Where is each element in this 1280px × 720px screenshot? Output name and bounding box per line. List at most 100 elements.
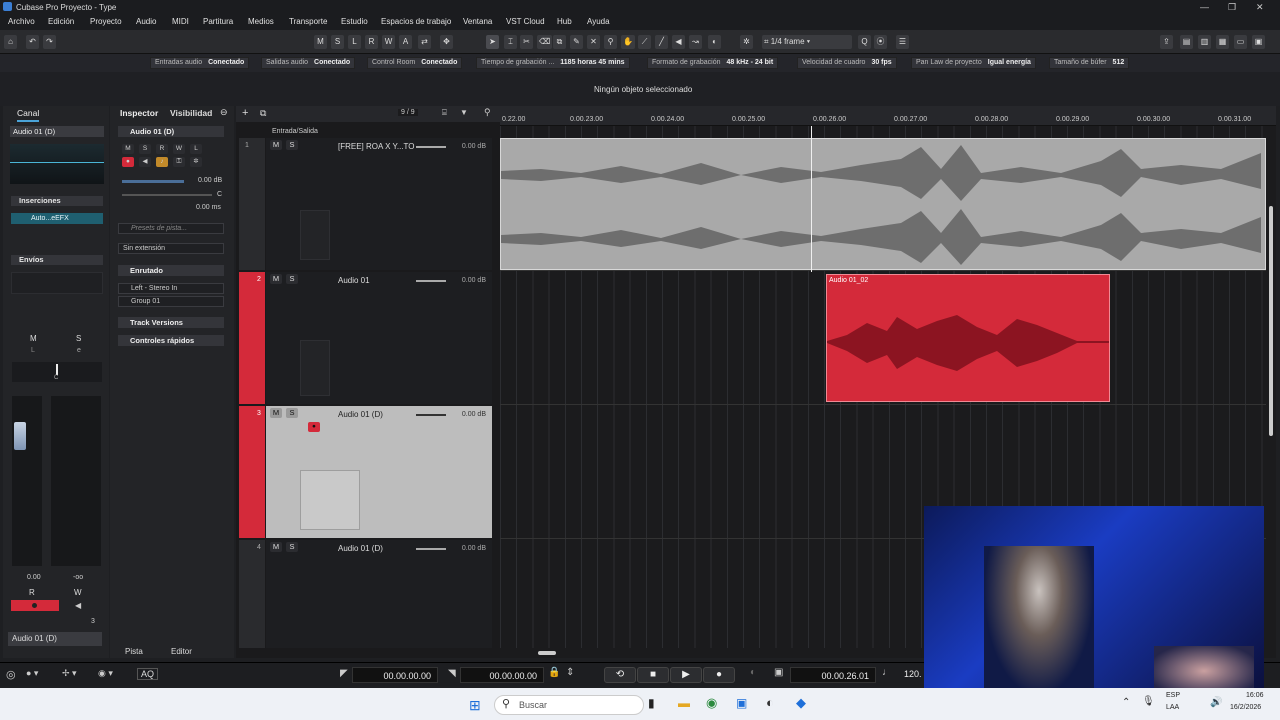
volume-value[interactable]: 0.00 (27, 574, 41, 581)
sends-area[interactable] (11, 272, 103, 294)
file-explorer-icon[interactable]: ▬ (678, 696, 690, 710)
track-3-name[interactable]: Audio 01 (D) (338, 410, 383, 419)
channel-mute-button[interactable]: M (30, 334, 37, 343)
insert-slot-1[interactable]: Auto...eEFX (11, 213, 103, 224)
track-1-name[interactable]: [FREE] ROA X Y...TO (338, 142, 414, 151)
mute-tool-icon[interactable]: ✕ (587, 35, 600, 49)
clock-time[interactable]: 16:06 (1246, 692, 1264, 699)
snap-icon[interactable]: ✥ (440, 35, 453, 49)
inspector-write-button[interactable]: W (173, 144, 185, 154)
menu-ayuda[interactable]: Ayuda (587, 17, 610, 26)
track-4-name[interactable]: Audio 01 (D) (338, 544, 383, 553)
app-icon-blue[interactable]: ▣ (736, 696, 747, 710)
redo-icon[interactable]: ↷ (43, 35, 56, 49)
menu-audio[interactable]: Audio (136, 17, 156, 26)
volume-icon[interactable]: 🔊 (1210, 697, 1222, 708)
obs-icon[interactable]: ◐ (766, 695, 774, 710)
position-display[interactable]: 00.00.26.01 (790, 667, 876, 683)
pan-control[interactable]: C (12, 362, 102, 382)
extension-select[interactable]: Sin extensión (118, 243, 224, 254)
left-locator-display[interactable]: 00.00.00.00 (352, 667, 438, 683)
inspector-pan-value[interactable]: C (217, 191, 222, 198)
track-preset-field[interactable]: Presets de pista... (118, 223, 224, 234)
track-1-volume-slider[interactable] (416, 146, 446, 148)
toolbar-read-button[interactable]: R (365, 35, 378, 49)
sends-header[interactable]: Envíos (11, 255, 103, 265)
menu-hub[interactable]: Hub (557, 17, 572, 26)
tab-inspector[interactable]: Inspector (120, 108, 158, 118)
menu-midi[interactable]: MIDI (172, 17, 189, 26)
snap-settings-icon[interactable]: ✲ (740, 35, 753, 49)
menu-transporte[interactable]: Transporte (289, 17, 327, 26)
grid-select[interactable]: ⌗ 1/4 frame ▾ (762, 35, 852, 49)
layout-3-icon[interactable]: ▦ (1216, 35, 1229, 49)
record-mode-icon[interactable]: ● ▾ (26, 668, 38, 679)
menu-espacios[interactable]: Espacios de trabajo (381, 17, 451, 26)
pointer-tool-icon[interactable]: ➤ (486, 35, 499, 49)
channel-solo-button[interactable]: S (76, 334, 81, 343)
track-2-color-strip[interactable]: 2 (239, 272, 265, 404)
track-2-volume[interactable]: 0.00 dB (462, 277, 486, 284)
inspector-track-header[interactable]: Audio 01 (D) (118, 126, 224, 137)
time-display-format-icon[interactable]: ▣ (774, 667, 783, 678)
status-record-format[interactable]: Formato de grabación 48 kHz - 24 bit (647, 57, 779, 69)
track-1-header[interactable]: M S [FREE] ROA X Y...TO 0.00 dB (266, 138, 492, 270)
menu-proyecto[interactable]: Proyecto (90, 17, 122, 26)
tab-channel[interactable]: Canal (17, 108, 40, 122)
channel-name[interactable]: Audio 01 (D) (10, 126, 104, 137)
left-locator-icon[interactable]: ◤ (340, 668, 348, 679)
track-1-color-strip[interactable]: 1 (239, 138, 265, 270)
channel-eq-display[interactable] (10, 144, 104, 184)
split-tool-icon[interactable]: ✂ (520, 35, 533, 49)
close-button[interactable]: ✕ (1256, 2, 1264, 13)
play-button[interactable]: ▶ (670, 667, 702, 683)
menu-vst-cloud[interactable]: VST Cloud (506, 17, 545, 26)
cycle-mode-icon[interactable]: ✢ ▾ (62, 668, 77, 679)
inspector-lock-icon[interactable]: ⚿ (173, 157, 185, 167)
toolbar-listen-button[interactable]: L (348, 35, 361, 49)
quantize-icon[interactable]: Q (858, 35, 871, 49)
settings-icon[interactable]: ◎ (6, 668, 16, 681)
track-4-volume[interactable]: 0.00 dB (462, 545, 486, 552)
tempo-icon[interactable]: ♩ (882, 667, 892, 678)
menu-partitura[interactable]: Partitura (203, 17, 233, 26)
lock-icon[interactable]: 🔒 (548, 667, 560, 678)
inspector-volume-value[interactable]: 0.00 dB (198, 177, 222, 184)
inspector-freeze-icon[interactable]: ✲ (190, 157, 202, 167)
track-2-name[interactable]: Audio 01 (338, 276, 370, 285)
inspector-listen-button[interactable]: L (190, 144, 202, 154)
add-track-icon[interactable]: + (242, 107, 248, 119)
track-3-record-button[interactable]: ● (308, 422, 320, 432)
hand-tool-icon[interactable]: ✋ (621, 35, 635, 49)
microphone-icon[interactable]: 🎙 (1142, 696, 1155, 707)
eraser-tool-icon[interactable]: ⌫ (537, 35, 553, 49)
stop-button[interactable]: ■ (637, 667, 669, 683)
channel-edit-button[interactable]: e (77, 347, 81, 354)
track-3-header[interactable]: M S Audio 01 (D) 0.00 dB ● (266, 406, 492, 538)
line-tool-icon[interactable]: ╱ (655, 35, 668, 49)
layout-5-icon[interactable]: ▣ (1252, 35, 1265, 49)
channel-write-button[interactable]: W (74, 588, 82, 597)
quick-controls-header[interactable]: Controles rápidos (118, 335, 224, 346)
status-control-room[interactable]: Control Room Conectado (367, 57, 463, 69)
audio-event-track-2[interactable]: Audio 01_02 (826, 274, 1110, 402)
record-button[interactable]: ● (703, 667, 735, 683)
pencil-tool-icon[interactable]: ✎ (570, 35, 583, 49)
menu-ventana[interactable]: Ventana (463, 17, 492, 26)
right-locator-icon[interactable]: ◥ (448, 668, 456, 679)
punch-icon[interactable]: ⇕ (566, 667, 574, 678)
glue-tool-icon[interactable]: ⧉ (553, 35, 566, 49)
chrome-icon[interactable]: ◉ (706, 695, 717, 711)
camera-icon[interactable]: ⌸ (442, 108, 447, 118)
channel-read-button[interactable]: R (29, 588, 35, 597)
add-folder-icon[interactable]: ⧉ (260, 108, 266, 119)
toolbar-automation-button[interactable]: A (399, 35, 412, 49)
menu-archivo[interactable]: Archivo (8, 17, 35, 26)
track-4-color-strip[interactable]: 4 (239, 540, 265, 648)
draw-tool-icon[interactable]: ⟋ (638, 35, 651, 49)
minimize-button[interactable]: — (1200, 2, 1209, 12)
tab-visibility[interactable]: Visibilidad (170, 108, 212, 118)
channel-listen-button[interactable]: L (31, 347, 35, 354)
quantize-preset-icon[interactable]: ⦿ (874, 35, 887, 49)
auto-quantize-mode-icon[interactable]: ◉ ▾ (98, 668, 113, 679)
